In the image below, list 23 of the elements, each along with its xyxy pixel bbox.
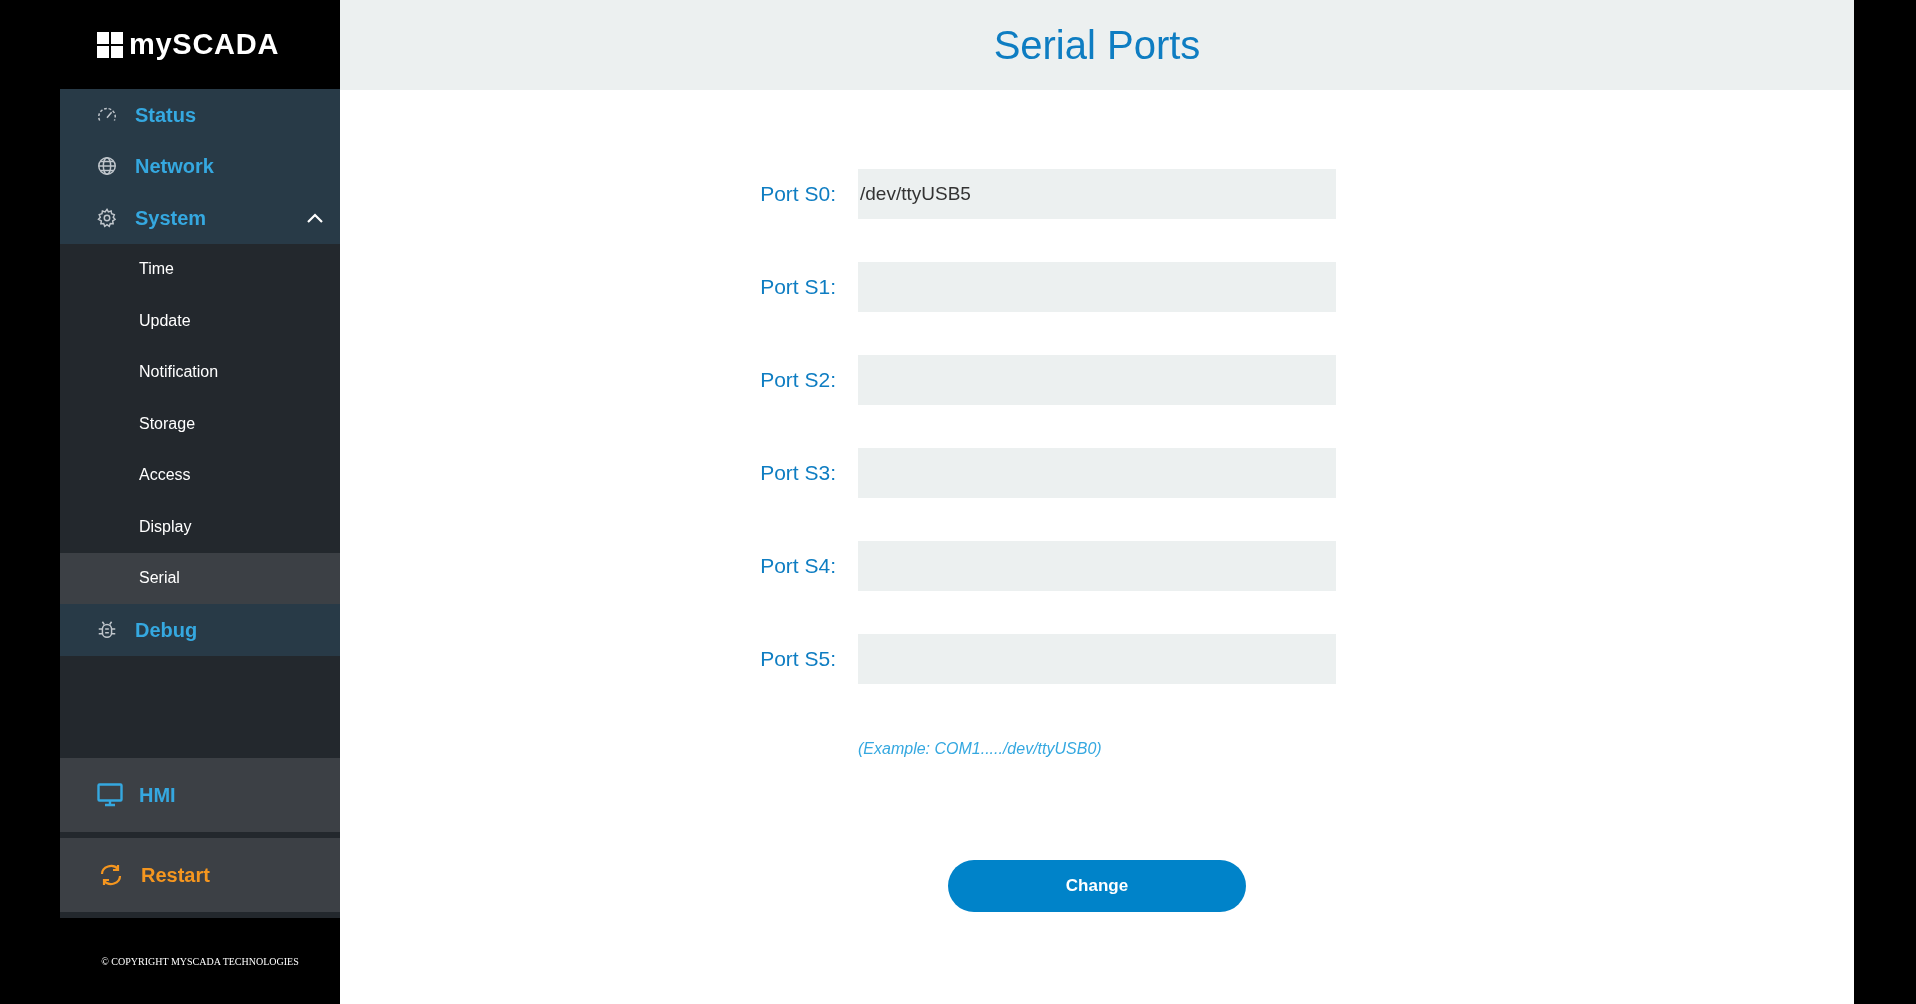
globe-icon — [96, 155, 118, 178]
port-label: Port S2: — [760, 367, 836, 394]
port-label: Port S4: — [760, 553, 836, 580]
menu-item[interactable]: HMI — [60, 758, 340, 832]
menu-item[interactable]: System — [60, 192, 340, 244]
port-label: Port S1: — [760, 274, 836, 301]
port-label: Port S3: — [760, 460, 836, 487]
change-button[interactable]: Change — [948, 860, 1246, 912]
menu-item[interactable]: Restart — [60, 838, 340, 912]
port-label: Port S5: — [760, 646, 836, 673]
monitor-icon — [97, 783, 123, 807]
menu-item[interactable]: Debug — [60, 604, 340, 656]
logo-text: mySCADA — [129, 26, 280, 62]
gear-icon — [96, 206, 118, 229]
port-label: Port S0: — [760, 181, 836, 208]
port-input[interactable]: /dev/ttyUSB5 — [858, 169, 1336, 219]
submenu-item[interactable]: Serial — [60, 552, 340, 604]
menu-item[interactable]: Network — [60, 140, 340, 192]
page-title: Serial Ports — [993, 22, 1201, 69]
menu-item[interactable]: Status — [60, 89, 340, 141]
copyright-text: © COPYRIGHT MYSCADA TECHNOLOGIES — [101, 954, 299, 969]
logo-icon — [97, 31, 123, 58]
example-hint: (Example: COM1...../dev/ttyUSB0) — [858, 739, 1102, 759]
